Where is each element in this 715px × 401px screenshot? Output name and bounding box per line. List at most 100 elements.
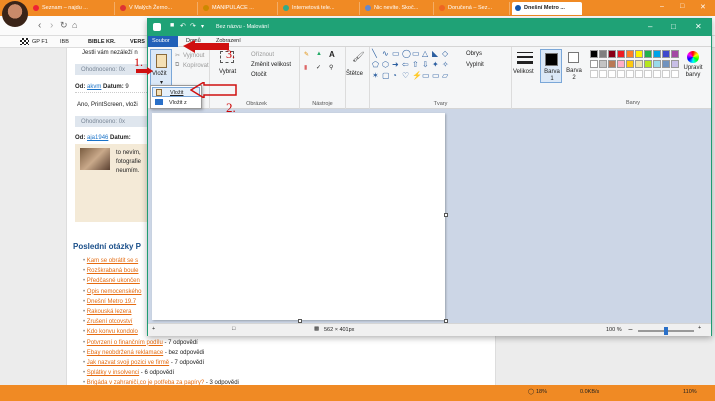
question-link[interactable]: Zrušení otcovství bbox=[87, 319, 133, 325]
shape-icon[interactable]: ◣ bbox=[432, 49, 438, 58]
crop-button[interactable]: Oříznout bbox=[251, 52, 274, 58]
custom-color-swatch[interactable] bbox=[635, 70, 643, 78]
color-swatch[interactable] bbox=[617, 50, 625, 58]
pencil-icon[interactable]: ✎ bbox=[304, 51, 309, 58]
question-link[interactable]: Rakouská lezera bbox=[87, 309, 132, 315]
shape-icon[interactable]: ⬠ bbox=[372, 60, 379, 69]
author-link[interactable]: aja1946 bbox=[87, 135, 108, 141]
zoom-out-icon[interactable]: ⚊ bbox=[628, 326, 633, 332]
magnifier-icon[interactable]: ⚲ bbox=[329, 64, 333, 71]
shape-icon[interactable]: ∿ bbox=[382, 49, 389, 58]
text-icon[interactable]: A bbox=[329, 50, 335, 59]
browser-tab[interactable]: Doručená – Sez... bbox=[436, 2, 510, 15]
shape-icon[interactable]: ⇩ bbox=[422, 60, 429, 69]
browser-minimize-icon[interactable]: – bbox=[660, 3, 664, 10]
question-link[interactable]: Ebay neobdržená reklamace bbox=[87, 350, 163, 356]
color-swatch[interactable] bbox=[608, 60, 616, 68]
browser-tab[interactable]: Nic nevíte. Skoč... bbox=[362, 2, 434, 15]
browser-tab[interactable]: MANIPULACE ... bbox=[200, 2, 278, 15]
color-swatch[interactable] bbox=[599, 50, 607, 58]
select-button[interactable]: Vybrat bbox=[219, 69, 236, 75]
color-swatch[interactable] bbox=[644, 60, 652, 68]
brush-icon[interactable]: 🖌 bbox=[352, 52, 365, 63]
color-swatch[interactable] bbox=[608, 50, 616, 58]
bookmark-vers[interactable]: VERS bbox=[130, 39, 145, 45]
answer-photo[interactable] bbox=[80, 148, 110, 170]
menu-item-paste-from[interactable]: Vložit z bbox=[152, 98, 200, 108]
question-link[interactable]: Dnešní Metro 19.7 bbox=[87, 299, 136, 305]
save-icon[interactable]: ■ bbox=[170, 22, 174, 29]
shape-icon[interactable]: ◯ bbox=[402, 49, 411, 58]
picker-icon[interactable]: ✓ bbox=[316, 64, 321, 71]
color-swatch[interactable] bbox=[590, 50, 598, 58]
size-button[interactable]: Velikost bbox=[513, 69, 534, 75]
shape-icon[interactable]: ⇧ bbox=[412, 60, 419, 69]
bookmark-bible[interactable]: BIBLE KR. bbox=[88, 39, 116, 45]
color-swatch[interactable] bbox=[644, 50, 652, 58]
outline-button[interactable]: Obrys bbox=[466, 51, 482, 57]
color-swatch[interactable] bbox=[635, 60, 643, 68]
shape-icon[interactable]: ♡ bbox=[402, 71, 409, 80]
shape-icon[interactable]: ⬡ bbox=[382, 60, 389, 69]
question-link[interactable]: Kam se obrátit se s bbox=[87, 258, 138, 264]
author-link[interactable]: akvm bbox=[87, 84, 101, 90]
color-swatch[interactable] bbox=[626, 60, 634, 68]
fill-button[interactable]: Vyplnit bbox=[466, 62, 484, 68]
minimize-icon[interactable]: – bbox=[648, 22, 652, 31]
color-swatch[interactable] bbox=[653, 50, 661, 58]
bookmark-ibb[interactable]: IBB bbox=[60, 39, 69, 45]
color-swatch[interactable] bbox=[599, 60, 607, 68]
home-icon[interactable]: ⌂ bbox=[72, 20, 77, 30]
color1-button[interactable]: Barva 1 bbox=[540, 49, 562, 83]
shape-icon[interactable]: ➜ bbox=[392, 60, 399, 69]
question-link[interactable]: Jak nazvat svoji pozici ve firmě bbox=[87, 360, 169, 366]
shapes-gallery[interactable]: ╲ ∿ ▭ ◯ ▭ △ ◣ ◇ ⬠ ⬡ ➜ ⇦ ⇧ ⇩ ✦ ✧ ✶ ▢ ◔ ♡ ⚡ ▭ ▭ ▱ bbox=[372, 49, 456, 85]
question-link[interactable]: Potvrzení o finančním podílu bbox=[87, 340, 163, 346]
copy-button[interactable]: Kopírovat bbox=[183, 63, 209, 69]
shape-icon[interactable]: ╲ bbox=[372, 49, 377, 58]
color-swatch[interactable] bbox=[653, 60, 661, 68]
shape-icon[interactable]: ▭ bbox=[422, 71, 430, 80]
shape-icon[interactable]: ▢ bbox=[382, 71, 390, 80]
fill-icon[interactable]: ▲ bbox=[316, 51, 322, 57]
resize-handle-right[interactable] bbox=[444, 213, 448, 217]
shape-icon[interactable]: ✧ bbox=[442, 60, 449, 69]
color-swatch[interactable] bbox=[590, 60, 598, 68]
redo-icon[interactable]: ↷ bbox=[190, 22, 196, 30]
custom-color-swatch[interactable] bbox=[617, 70, 625, 78]
color-swatch[interactable] bbox=[626, 50, 634, 58]
shape-icon[interactable]: ▭ bbox=[412, 49, 420, 58]
browser-close-icon[interactable]: ✕ bbox=[700, 3, 706, 11]
shape-icon[interactable]: ✶ bbox=[372, 71, 379, 80]
shape-icon[interactable]: ▭ bbox=[432, 71, 440, 80]
resize-button[interactable]: Změnit velikost bbox=[251, 62, 291, 68]
custom-color-swatch[interactable] bbox=[644, 70, 652, 78]
shape-icon[interactable]: △ bbox=[422, 49, 428, 58]
back-icon[interactable]: ‹ bbox=[38, 20, 41, 31]
shape-icon[interactable]: ◇ bbox=[442, 49, 448, 58]
zoom-slider[interactable] bbox=[638, 327, 694, 335]
maximize-icon[interactable]: □ bbox=[671, 22, 676, 31]
browser-tab[interactable]: Internetová tele... bbox=[280, 2, 360, 15]
color-swatch[interactable] bbox=[617, 60, 625, 68]
custom-color-swatch[interactable] bbox=[662, 70, 670, 78]
shape-icon[interactable]: ◔ bbox=[392, 71, 397, 80]
question-link[interactable]: Předčasné ukončen bbox=[87, 278, 140, 284]
custom-color-swatch[interactable] bbox=[653, 70, 661, 78]
question-link[interactable]: Kdo konvu kondolo bbox=[87, 329, 138, 335]
shape-icon[interactable]: ⚡ bbox=[412, 71, 422, 80]
copy-icon[interactable]: ⧉ bbox=[175, 62, 179, 69]
tab-soubor[interactable]: Soubor bbox=[148, 36, 178, 47]
reload-icon[interactable]: ↻ bbox=[60, 20, 68, 31]
zoom-text[interactable]: 110% bbox=[683, 389, 697, 395]
rotate-button[interactable]: Otočit bbox=[251, 72, 267, 78]
shape-icon[interactable]: ✦ bbox=[432, 60, 439, 69]
browser-tab[interactable]: V Malých Žerno... bbox=[117, 2, 198, 15]
zoom-in-icon[interactable]: + bbox=[698, 325, 701, 331]
qat-dropdown-icon[interactable]: ▾ bbox=[201, 23, 204, 30]
cut-icon[interactable]: ✂ bbox=[175, 52, 180, 59]
browser-tab[interactable]: Seznam – najdu ... bbox=[30, 2, 115, 15]
brushes-button[interactable]: Štětce bbox=[346, 71, 363, 77]
forward-icon[interactable]: › bbox=[50, 20, 53, 31]
question-link[interactable]: Opis nemocenského bbox=[87, 289, 142, 295]
